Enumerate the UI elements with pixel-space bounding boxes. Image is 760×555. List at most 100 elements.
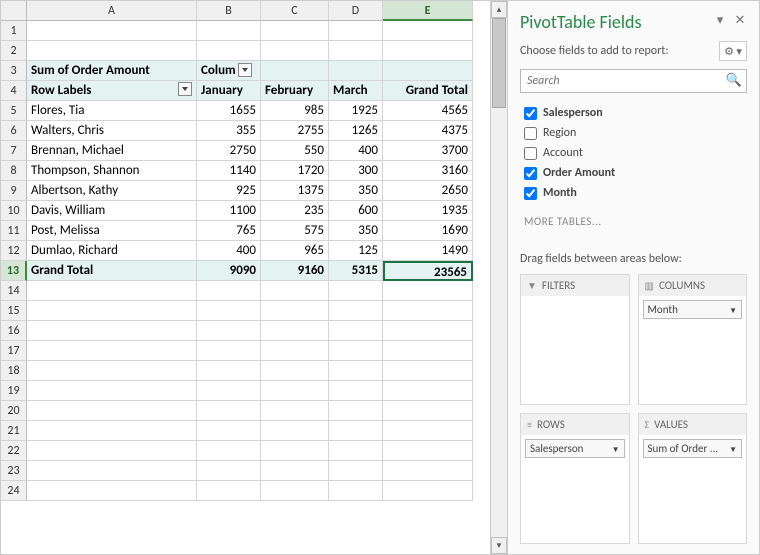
field-item[interactable]: Order Amount — [524, 163, 747, 183]
data-cell[interactable]: 765 — [197, 221, 261, 241]
field-checkbox[interactable] — [524, 147, 537, 160]
cell[interactable] — [261, 421, 329, 441]
cell[interactable] — [27, 381, 197, 401]
row-header[interactable]: 12 — [1, 241, 27, 261]
row-header[interactable]: 1 — [1, 21, 27, 41]
row-header[interactable]: 24 — [1, 481, 27, 501]
row-header[interactable]: 15 — [1, 301, 27, 321]
cell[interactable] — [27, 401, 197, 421]
data-cell[interactable]: 2650 — [383, 181, 473, 201]
column-header[interactable]: C — [261, 1, 329, 21]
cell[interactable] — [27, 41, 197, 61]
field-chip[interactable]: Salesperson — [525, 439, 625, 458]
filters-area[interactable]: ▼FILTERS — [520, 274, 630, 405]
scroll-down-button[interactable]: ▾ — [491, 537, 507, 554]
col-header-cell[interactable]: March — [329, 81, 383, 101]
grand-total-cell[interactable]: 9160 — [261, 261, 329, 281]
column-header[interactable]: B — [197, 1, 261, 21]
cell[interactable] — [383, 321, 473, 341]
cell[interactable] — [261, 381, 329, 401]
cell[interactable] — [197, 361, 261, 381]
cell[interactable] — [383, 381, 473, 401]
field-chip[interactable]: Sum of Order ... — [643, 439, 743, 458]
cell[interactable] — [261, 361, 329, 381]
rows-area[interactable]: ≡ROWS Salesperson — [520, 413, 630, 544]
cell[interactable] — [383, 41, 473, 61]
field-item[interactable]: Salesperson — [524, 103, 747, 123]
data-cell[interactable]: 235 — [261, 201, 329, 221]
data-cell[interactable]: 1720 — [261, 161, 329, 181]
scroll-up-button[interactable]: ▴ — [491, 1, 507, 18]
data-cell[interactable]: 925 — [197, 181, 261, 201]
cell[interactable] — [27, 461, 197, 481]
grand-total-label[interactable]: Grand Total — [27, 261, 197, 281]
cell[interactable] — [383, 21, 473, 41]
close-icon[interactable]: ✕ — [733, 15, 747, 29]
cell[interactable] — [261, 41, 329, 61]
cell[interactable] — [197, 281, 261, 301]
data-cell[interactable]: 350 — [329, 221, 383, 241]
data-row-label[interactable]: Thompson, Shannon — [27, 161, 197, 181]
cell[interactable] — [27, 481, 197, 501]
cell[interactable] — [383, 461, 473, 481]
cell[interactable] — [261, 401, 329, 421]
cell[interactable] — [197, 341, 261, 361]
cell[interactable] — [27, 281, 197, 301]
data-cell[interactable]: 1690 — [383, 221, 473, 241]
cell[interactable] — [261, 301, 329, 321]
cell[interactable] — [329, 281, 383, 301]
cell[interactable] — [383, 341, 473, 361]
row-header[interactable]: 16 — [1, 321, 27, 341]
cell[interactable] — [261, 341, 329, 361]
data-row-label[interactable]: Walters, Chris — [27, 121, 197, 141]
row-header[interactable]: 22 — [1, 441, 27, 461]
cell[interactable] — [329, 301, 383, 321]
cell[interactable] — [329, 341, 383, 361]
data-cell[interactable]: 985 — [261, 101, 329, 121]
cell[interactable] — [197, 321, 261, 341]
cell[interactable] — [197, 301, 261, 321]
search-box[interactable]: 🔍 — [520, 69, 747, 93]
chevron-down-icon[interactable] — [612, 442, 620, 455]
cell[interactable] — [197, 461, 261, 481]
chevron-down-icon[interactable] — [729, 303, 737, 316]
data-cell[interactable]: 4375 — [383, 121, 473, 141]
data-row-label[interactable]: Brennan, Michael — [27, 141, 197, 161]
cell[interactable] — [27, 361, 197, 381]
column-labels-cell[interactable]: Colum — [197, 61, 261, 81]
cell[interactable] — [197, 381, 261, 401]
pane-menu-icon[interactable]: ▾ — [713, 15, 727, 29]
cell[interactable] — [383, 401, 473, 421]
cell[interactable] — [329, 41, 383, 61]
cell[interactable] — [261, 461, 329, 481]
cell[interactable] — [329, 61, 383, 81]
data-row-label[interactable]: Dumlao, Richard — [27, 241, 197, 261]
cell[interactable] — [383, 61, 473, 81]
cell[interactable] — [261, 281, 329, 301]
cell[interactable] — [329, 361, 383, 381]
cell[interactable] — [329, 441, 383, 461]
grand-total-cell[interactable]: 23565 — [383, 261, 473, 281]
field-item[interactable]: Account — [524, 143, 747, 163]
row-header[interactable]: 10 — [1, 201, 27, 221]
row-header[interactable]: 18 — [1, 361, 27, 381]
row-header[interactable]: 6 — [1, 121, 27, 141]
cell[interactable] — [383, 441, 473, 461]
cell[interactable] — [383, 361, 473, 381]
field-checkbox[interactable] — [524, 107, 537, 120]
row-labels-cell[interactable]: Row Labels — [27, 81, 197, 101]
row-header[interactable]: 17 — [1, 341, 27, 361]
data-cell[interactable]: 2755 — [261, 121, 329, 141]
cell[interactable] — [329, 381, 383, 401]
cell[interactable] — [383, 421, 473, 441]
cell[interactable] — [197, 21, 261, 41]
data-cell[interactable]: 1655 — [197, 101, 261, 121]
grand-total-cell[interactable]: 5315 — [329, 261, 383, 281]
values-area[interactable]: ΣVALUES Sum of Order ... — [638, 413, 748, 544]
cell[interactable] — [27, 441, 197, 461]
select-all-corner[interactable] — [1, 1, 27, 21]
field-chip[interactable]: Month — [643, 300, 743, 319]
data-row-label[interactable]: Davis, William — [27, 201, 197, 221]
data-cell[interactable]: 965 — [261, 241, 329, 261]
cell[interactable] — [27, 421, 197, 441]
